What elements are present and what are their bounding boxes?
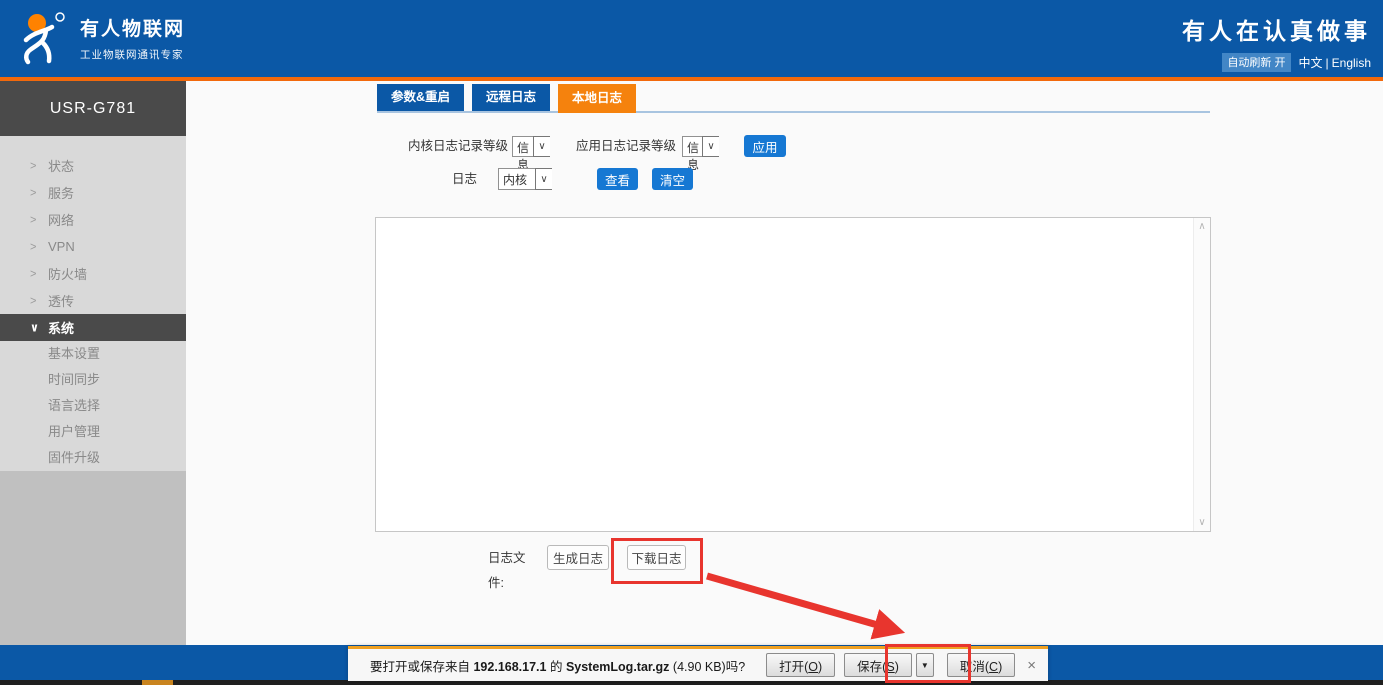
header-sub: 自动刷新 开 中文|English [1182, 53, 1371, 72]
app-log-level-label: 应用日志记录等级 [566, 136, 676, 157]
log-select[interactable]: 内核 ∨ [498, 168, 552, 190]
tab-remote-log[interactable]: 远程日志 [472, 84, 550, 111]
lang-divider: | [1326, 56, 1329, 70]
log-content [376, 218, 1193, 531]
log-select-label: 日志 [445, 168, 477, 190]
open-button-paren: ) [818, 660, 822, 674]
close-icon[interactable]: × [1027, 657, 1036, 674]
cancel-button-text: 取消( [960, 660, 989, 674]
usr-logo-icon [16, 10, 70, 66]
open-button[interactable]: 打开(O) [766, 653, 835, 677]
sidebar-lower-area [0, 471, 186, 645]
log-file-label: 日志文件: [488, 546, 534, 596]
header-bar: 有人物联网 工业物联网通讯专家 有人在认真做事 自动刷新 开 中文|Englis… [0, 0, 1383, 81]
sidebar-item-system[interactable]: ∨ 系统 [0, 314, 186, 341]
kernel-log-level-select[interactable]: 信息 ∨ [512, 136, 550, 157]
page: 有人物联网 工业物联网通讯专家 有人在认真做事 自动刷新 开 中文|Englis… [0, 0, 1383, 685]
view-button[interactable]: 查看 [597, 168, 638, 190]
sidebar-subitem-user-management[interactable]: 用户管理 [0, 419, 186, 445]
sidebar-item-label: 服务 [48, 183, 74, 202]
sidebar-item-label: 透传 [48, 291, 74, 310]
sidebar-subitem-time-sync[interactable]: 时间同步 [0, 367, 186, 393]
taskbar-accent [142, 680, 173, 685]
lang-en-link[interactable]: English [1332, 56, 1371, 70]
message-prefix: 要打开或保存来自 [370, 660, 473, 674]
save-button-paren: ) [895, 660, 899, 674]
chevron-right-icon: > [30, 159, 48, 172]
header-right: 有人在认真做事 自动刷新 开 中文|English [1182, 12, 1371, 72]
download-log-button[interactable]: 下载日志 [627, 545, 686, 570]
sidebar-item-label: 状态 [48, 156, 74, 175]
sidebar-subitem-firmware-upgrade[interactable]: 固件升级 [0, 445, 186, 471]
message-suffix: 吗? [726, 660, 745, 674]
scroll-down-icon[interactable]: ∨ [1198, 514, 1205, 531]
download-bar: 要打开或保存来自 192.168.17.1 的 SystemLog.tar.gz… [348, 646, 1048, 681]
generate-log-button[interactable]: 生成日志 [547, 545, 609, 570]
select-value: 内核 [499, 169, 535, 189]
sidebar-subitem-basic-settings[interactable]: 基本设置 [0, 341, 186, 367]
chevron-down-icon: ∨ [702, 136, 719, 157]
language-switcher: 中文|English [1299, 54, 1372, 71]
logo-title: 有人物联网 [80, 14, 185, 41]
sidebar-item-vpn[interactable]: > VPN [0, 233, 186, 260]
sidebar-item-label: VPN [48, 239, 75, 254]
chevron-right-icon: > [30, 213, 48, 226]
app-log-level-select[interactable]: 信息 ∨ [682, 136, 719, 157]
save-button-text: 保存( [857, 660, 886, 674]
chevron-down-icon: ∨ [30, 320, 48, 334]
message-filename: SystemLog.tar.gz [566, 660, 670, 674]
download-bar-buttons: 打开(O) 保存(S) ▼ 取消(C) × [766, 653, 1038, 677]
sidebar-subitem-language-select[interactable]: 语言选择 [0, 393, 186, 419]
auto-refresh-badge[interactable]: 自动刷新 开 [1222, 53, 1290, 72]
caret-down-icon: ▼ [921, 661, 929, 670]
annotation-arrow [695, 566, 930, 648]
chevron-down-icon: ∨ [535, 168, 552, 190]
chevron-right-icon: > [30, 240, 48, 253]
open-button-text: 打开( [779, 660, 808, 674]
logo-subtitle: 工业物联网通讯专家 [80, 47, 185, 62]
message-mid: 的 [546, 660, 565, 674]
chevron-right-icon: > [30, 186, 48, 199]
apply-button[interactable]: 应用 [744, 135, 786, 157]
save-button[interactable]: 保存(S) [844, 653, 912, 677]
sidebar-item-passthrough[interactable]: > 透传 [0, 287, 186, 314]
select-value: 信息 [683, 137, 702, 156]
chevron-right-icon: > [30, 294, 48, 307]
cancel-button-paren: ) [998, 660, 1002, 674]
tab-bar: 参数&重启 远程日志 本地日志 [377, 84, 636, 113]
tab-local-log[interactable]: 本地日志 [558, 84, 636, 113]
sidebar-item-label: 系统 [48, 318, 74, 337]
logo-text: 有人物联网 工业物联网通讯专家 [80, 14, 185, 62]
cancel-button[interactable]: 取消(C) [947, 653, 1015, 677]
sidebar-item-label: 防火墙 [48, 264, 87, 283]
scroll-up-icon[interactable]: ∧ [1198, 218, 1205, 235]
log-textarea[interactable]: ∧ ∨ [375, 217, 1211, 532]
sidebar-menu: > 状态 > 服务 > 网络 > VPN > 防火墙 > 透传 [0, 136, 186, 471]
logo: 有人物联网 工业物联网通讯专家 [16, 10, 185, 66]
cancel-button-key: C [989, 660, 998, 674]
save-dropdown-button[interactable]: ▼ [916, 653, 934, 677]
lang-zh-link[interactable]: 中文 [1299, 56, 1323, 70]
save-button-key: S [886, 660, 894, 674]
sidebar: USR-G781 > 状态 > 服务 > 网络 > VPN > 防火墙 [0, 81, 186, 645]
tab-params-restart[interactable]: 参数&重启 [377, 84, 464, 111]
device-name: USR-G781 [0, 81, 186, 136]
sidebar-item-status[interactable]: > 状态 [0, 152, 186, 179]
scrollbar[interactable]: ∧ ∨ [1193, 218, 1210, 531]
chevron-down-icon: ∨ [533, 136, 550, 157]
slogan: 有人在认真做事 [1182, 12, 1371, 46]
sidebar-item-firewall[interactable]: > 防火墙 [0, 260, 186, 287]
chevron-right-icon: > [30, 267, 48, 280]
kernel-log-level-label: 内核日志记录等级 [398, 136, 508, 157]
sidebar-item-services[interactable]: > 服务 [0, 179, 186, 206]
message-ip: 192.168.17.1 [473, 660, 546, 674]
sidebar-item-network[interactable]: > 网络 [0, 206, 186, 233]
sidebar-item-label: 网络 [48, 210, 74, 229]
message-size: (4.90 KB) [669, 660, 725, 674]
download-message: 要打开或保存来自 192.168.17.1 的 SystemLog.tar.gz… [370, 656, 745, 675]
select-value: 信息 [513, 137, 533, 156]
open-button-key: O [808, 660, 818, 674]
clear-button[interactable]: 清空 [652, 168, 693, 190]
